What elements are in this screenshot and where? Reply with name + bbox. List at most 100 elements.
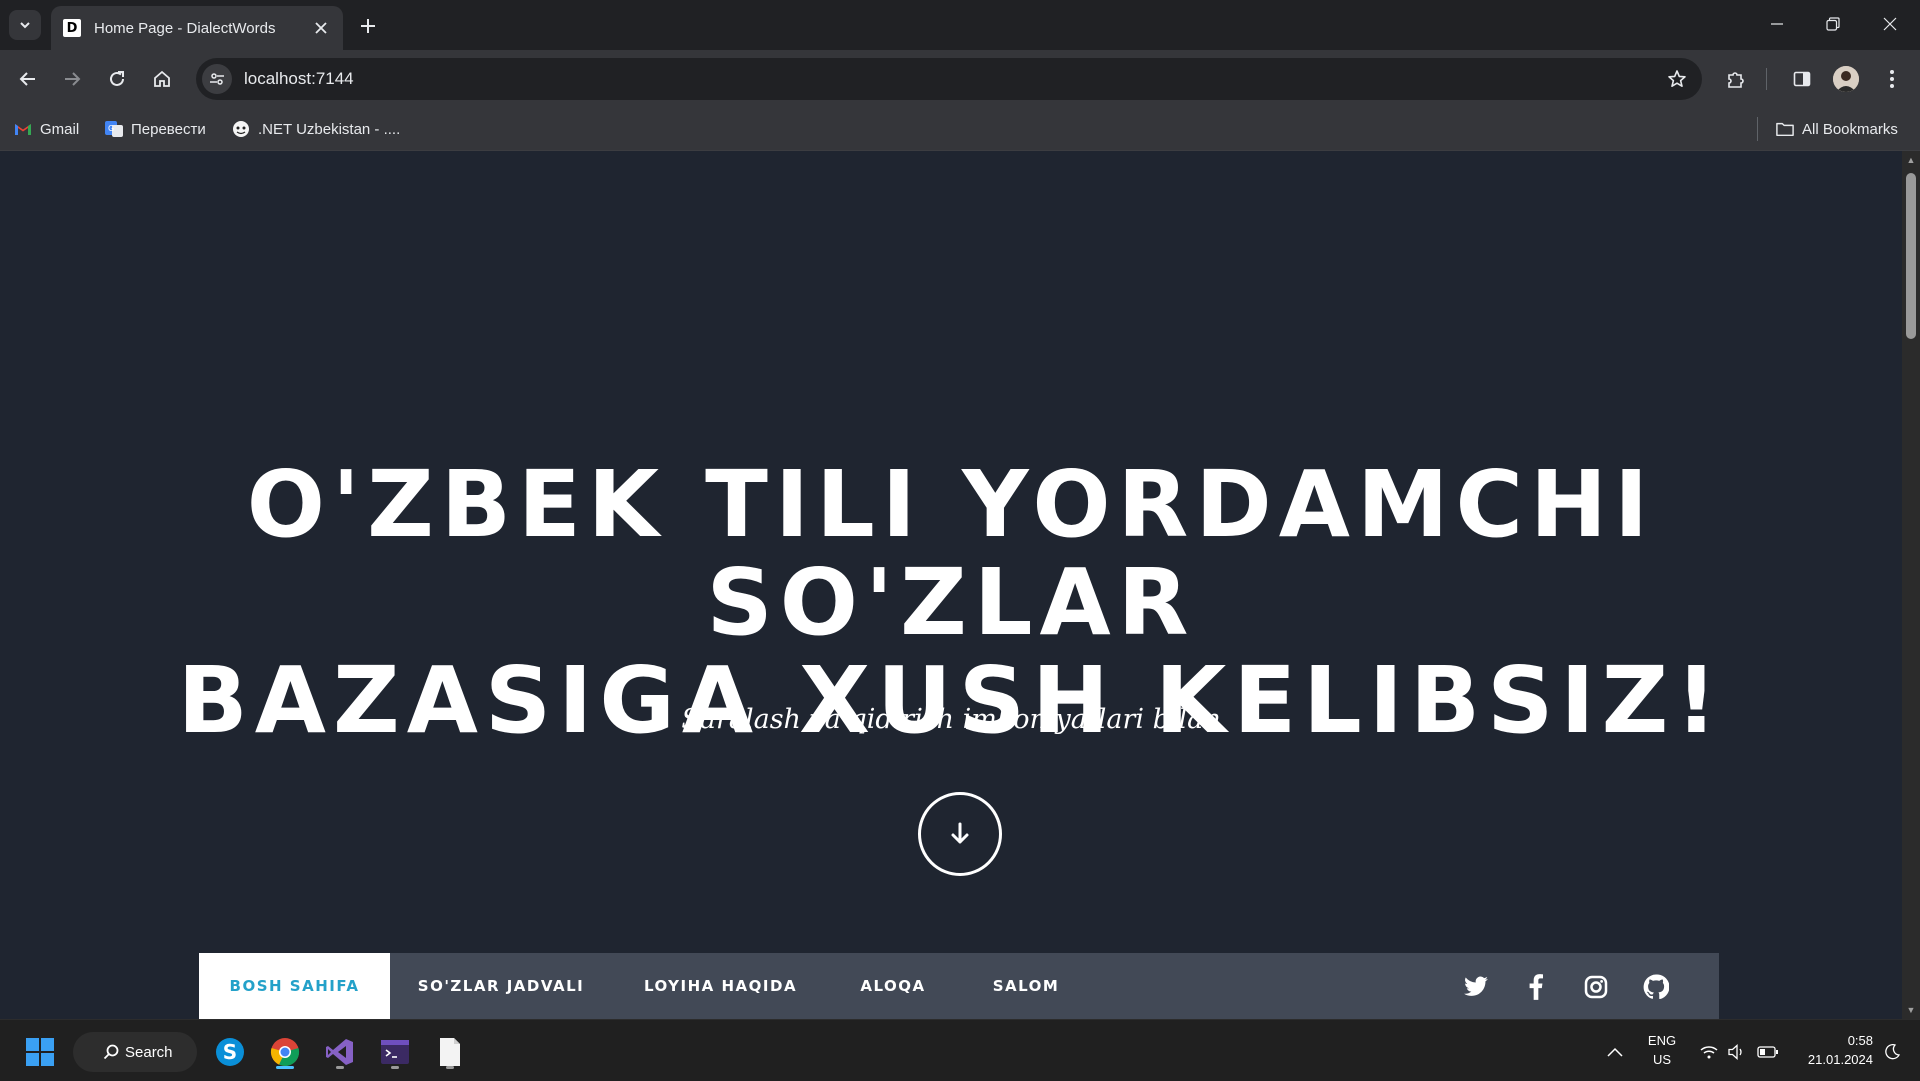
- bookmark-dotnet-uz[interactable]: .NET Uzbekistan - ....: [232, 117, 400, 141]
- taskbar-app-terminal[interactable]: [375, 1032, 415, 1072]
- more-vertical-icon: [1890, 70, 1894, 88]
- side-panel-icon: [1793, 71, 1811, 87]
- scroll-down-button[interactable]: [918, 792, 1002, 876]
- bookmark-gmail[interactable]: Gmail: [14, 117, 79, 141]
- twitter-link[interactable]: [1462, 973, 1490, 1001]
- facebook-link[interactable]: [1522, 973, 1550, 1001]
- scrollbar-thumb[interactable]: [1906, 173, 1916, 339]
- restore-icon: [1826, 17, 1840, 31]
- nav-item-about[interactable]: LOYIHA HAQIDA: [612, 953, 829, 1019]
- clock[interactable]: 0:58 21.01.2024: [1793, 1031, 1873, 1069]
- browser-menu-button[interactable]: [1877, 64, 1907, 94]
- skype-icon: S: [216, 1038, 244, 1066]
- bookmarks-bar: Gmail G Перевести .NET Uzbekistan - ....…: [0, 108, 1920, 151]
- scroll-down-arrow-icon[interactable]: ▼: [1906, 1005, 1916, 1015]
- hero-subtitle: Saralash va qidirish imkoniyatlari bilan: [681, 704, 1221, 735]
- url-text[interactable]: localhost:7144: [244, 69, 1662, 89]
- arrow-left-icon: [19, 72, 35, 86]
- clock-date: 21.01.2024: [1807, 1052, 1873, 1067]
- wifi-icon: [1700, 1046, 1718, 1059]
- app-indicator: [336, 1066, 344, 1069]
- language-region: US: [1652, 1052, 1672, 1067]
- app-indicator: [446, 1066, 454, 1069]
- taskbar-app-skype[interactable]: S: [210, 1032, 250, 1072]
- windows-logo-icon: [26, 1038, 54, 1066]
- arrow-down-icon: [951, 822, 969, 844]
- tab-close-button[interactable]: [309, 16, 333, 40]
- back-button[interactable]: [13, 64, 43, 94]
- github-link[interactable]: [1642, 973, 1670, 1001]
- browser-tab[interactable]: D Home Page - DialectWords: [51, 6, 343, 50]
- app-indicator: [391, 1066, 399, 1069]
- restore-button[interactable]: [1813, 6, 1853, 42]
- extensions-button[interactable]: [1721, 64, 1751, 94]
- reload-button[interactable]: [102, 64, 132, 94]
- close-icon: [1883, 17, 1897, 31]
- page-viewport: O'ZBEK TILI YORDAMCHI SO'ZLAR BAZASIGA X…: [0, 151, 1902, 1019]
- battery-status[interactable]: [1755, 1032, 1781, 1072]
- dotnet-uz-icon: [232, 120, 250, 138]
- chevron-up-icon: [1607, 1047, 1623, 1057]
- nav-item-salom[interactable]: SALOM: [957, 953, 1095, 1019]
- star-icon: [1668, 70, 1686, 87]
- visual-studio-icon: [326, 1039, 353, 1065]
- page-scrollbar[interactable]: ▲ ▼: [1902, 151, 1920, 1019]
- forward-button[interactable]: [57, 64, 87, 94]
- site-navbar: BOSH SAHIFA SO'ZLAR JADVALI LOYIHA HAQID…: [199, 953, 1719, 1019]
- bookmark-label: .NET Uzbekistan - ....: [258, 120, 401, 138]
- arrow-right-icon: [65, 72, 81, 86]
- facebook-icon: [1529, 974, 1543, 1000]
- scroll-up-arrow-icon[interactable]: ▲: [1906, 155, 1916, 165]
- bookmark-star-button[interactable]: [1662, 64, 1692, 94]
- browser-toolbar: localhost:7144: [0, 50, 1920, 108]
- bookmark-translate[interactable]: G Перевести: [105, 117, 206, 141]
- language-code: ENG: [1647, 1033, 1677, 1048]
- clock-time: 0:58: [1847, 1033, 1873, 1048]
- notification-button[interactable]: [1880, 1032, 1904, 1072]
- close-window-button[interactable]: [1870, 6, 1910, 42]
- home-button[interactable]: [147, 64, 177, 94]
- nav-item-contact[interactable]: ALOQA: [829, 953, 957, 1019]
- instagram-icon: [1584, 975, 1608, 999]
- volume-status[interactable]: [1725, 1032, 1749, 1072]
- folder-icon: [1776, 120, 1794, 138]
- taskbar-app-notepad[interactable]: [430, 1032, 470, 1072]
- all-bookmarks-label: All Bookmarks: [1802, 120, 1898, 138]
- instagram-link[interactable]: [1582, 973, 1610, 1001]
- bookmarks-divider: [1757, 117, 1758, 141]
- chrome-icon: [270, 1038, 300, 1066]
- chevron-down-icon: [20, 22, 30, 29]
- taskbar-search[interactable]: Search: [73, 1032, 197, 1072]
- tune-icon: [210, 73, 224, 85]
- nav-item-words-table[interactable]: SO'ZLAR JADVALI: [390, 953, 612, 1019]
- speaker-icon: [1728, 1044, 1742, 1060]
- taskbar-app-visual-studio[interactable]: [320, 1032, 360, 1072]
- github-icon: [1643, 974, 1669, 1000]
- new-tab-button[interactable]: [354, 12, 382, 40]
- battery-icon: [1757, 1046, 1778, 1058]
- site-favicon: D: [63, 19, 81, 37]
- svg-text:S: S: [223, 1040, 237, 1064]
- bookmark-label: Gmail: [40, 120, 80, 138]
- tab-search-button[interactable]: [9, 10, 41, 40]
- show-hidden-icons-button[interactable]: [1600, 1032, 1630, 1072]
- site-info-button[interactable]: [202, 64, 232, 94]
- all-bookmarks-button[interactable]: All Bookmarks: [1776, 117, 1898, 141]
- side-panel-button[interactable]: [1787, 64, 1817, 94]
- wifi-status[interactable]: [1697, 1032, 1721, 1072]
- notepad-icon: [440, 1038, 460, 1066]
- minimize-button[interactable]: [1757, 6, 1797, 42]
- start-button[interactable]: [20, 1032, 60, 1072]
- windows-taskbar: Search S ENG US 0:58 21.01.2024: [0, 1019, 1920, 1081]
- person-icon: [1833, 66, 1859, 92]
- tab-strip: D Home Page - DialectWords: [0, 0, 1920, 50]
- address-bar[interactable]: localhost:7144: [196, 58, 1702, 100]
- reload-icon: [110, 71, 124, 86]
- input-language[interactable]: ENG US: [1647, 1031, 1677, 1069]
- nav-item-home[interactable]: BOSH SAHIFA: [199, 953, 390, 1019]
- bookmark-label: Перевести: [131, 120, 206, 138]
- search-icon: [103, 1044, 119, 1060]
- profile-avatar[interactable]: [1833, 66, 1859, 92]
- minimize-icon: [1771, 23, 1783, 25]
- taskbar-app-chrome[interactable]: [265, 1032, 305, 1072]
